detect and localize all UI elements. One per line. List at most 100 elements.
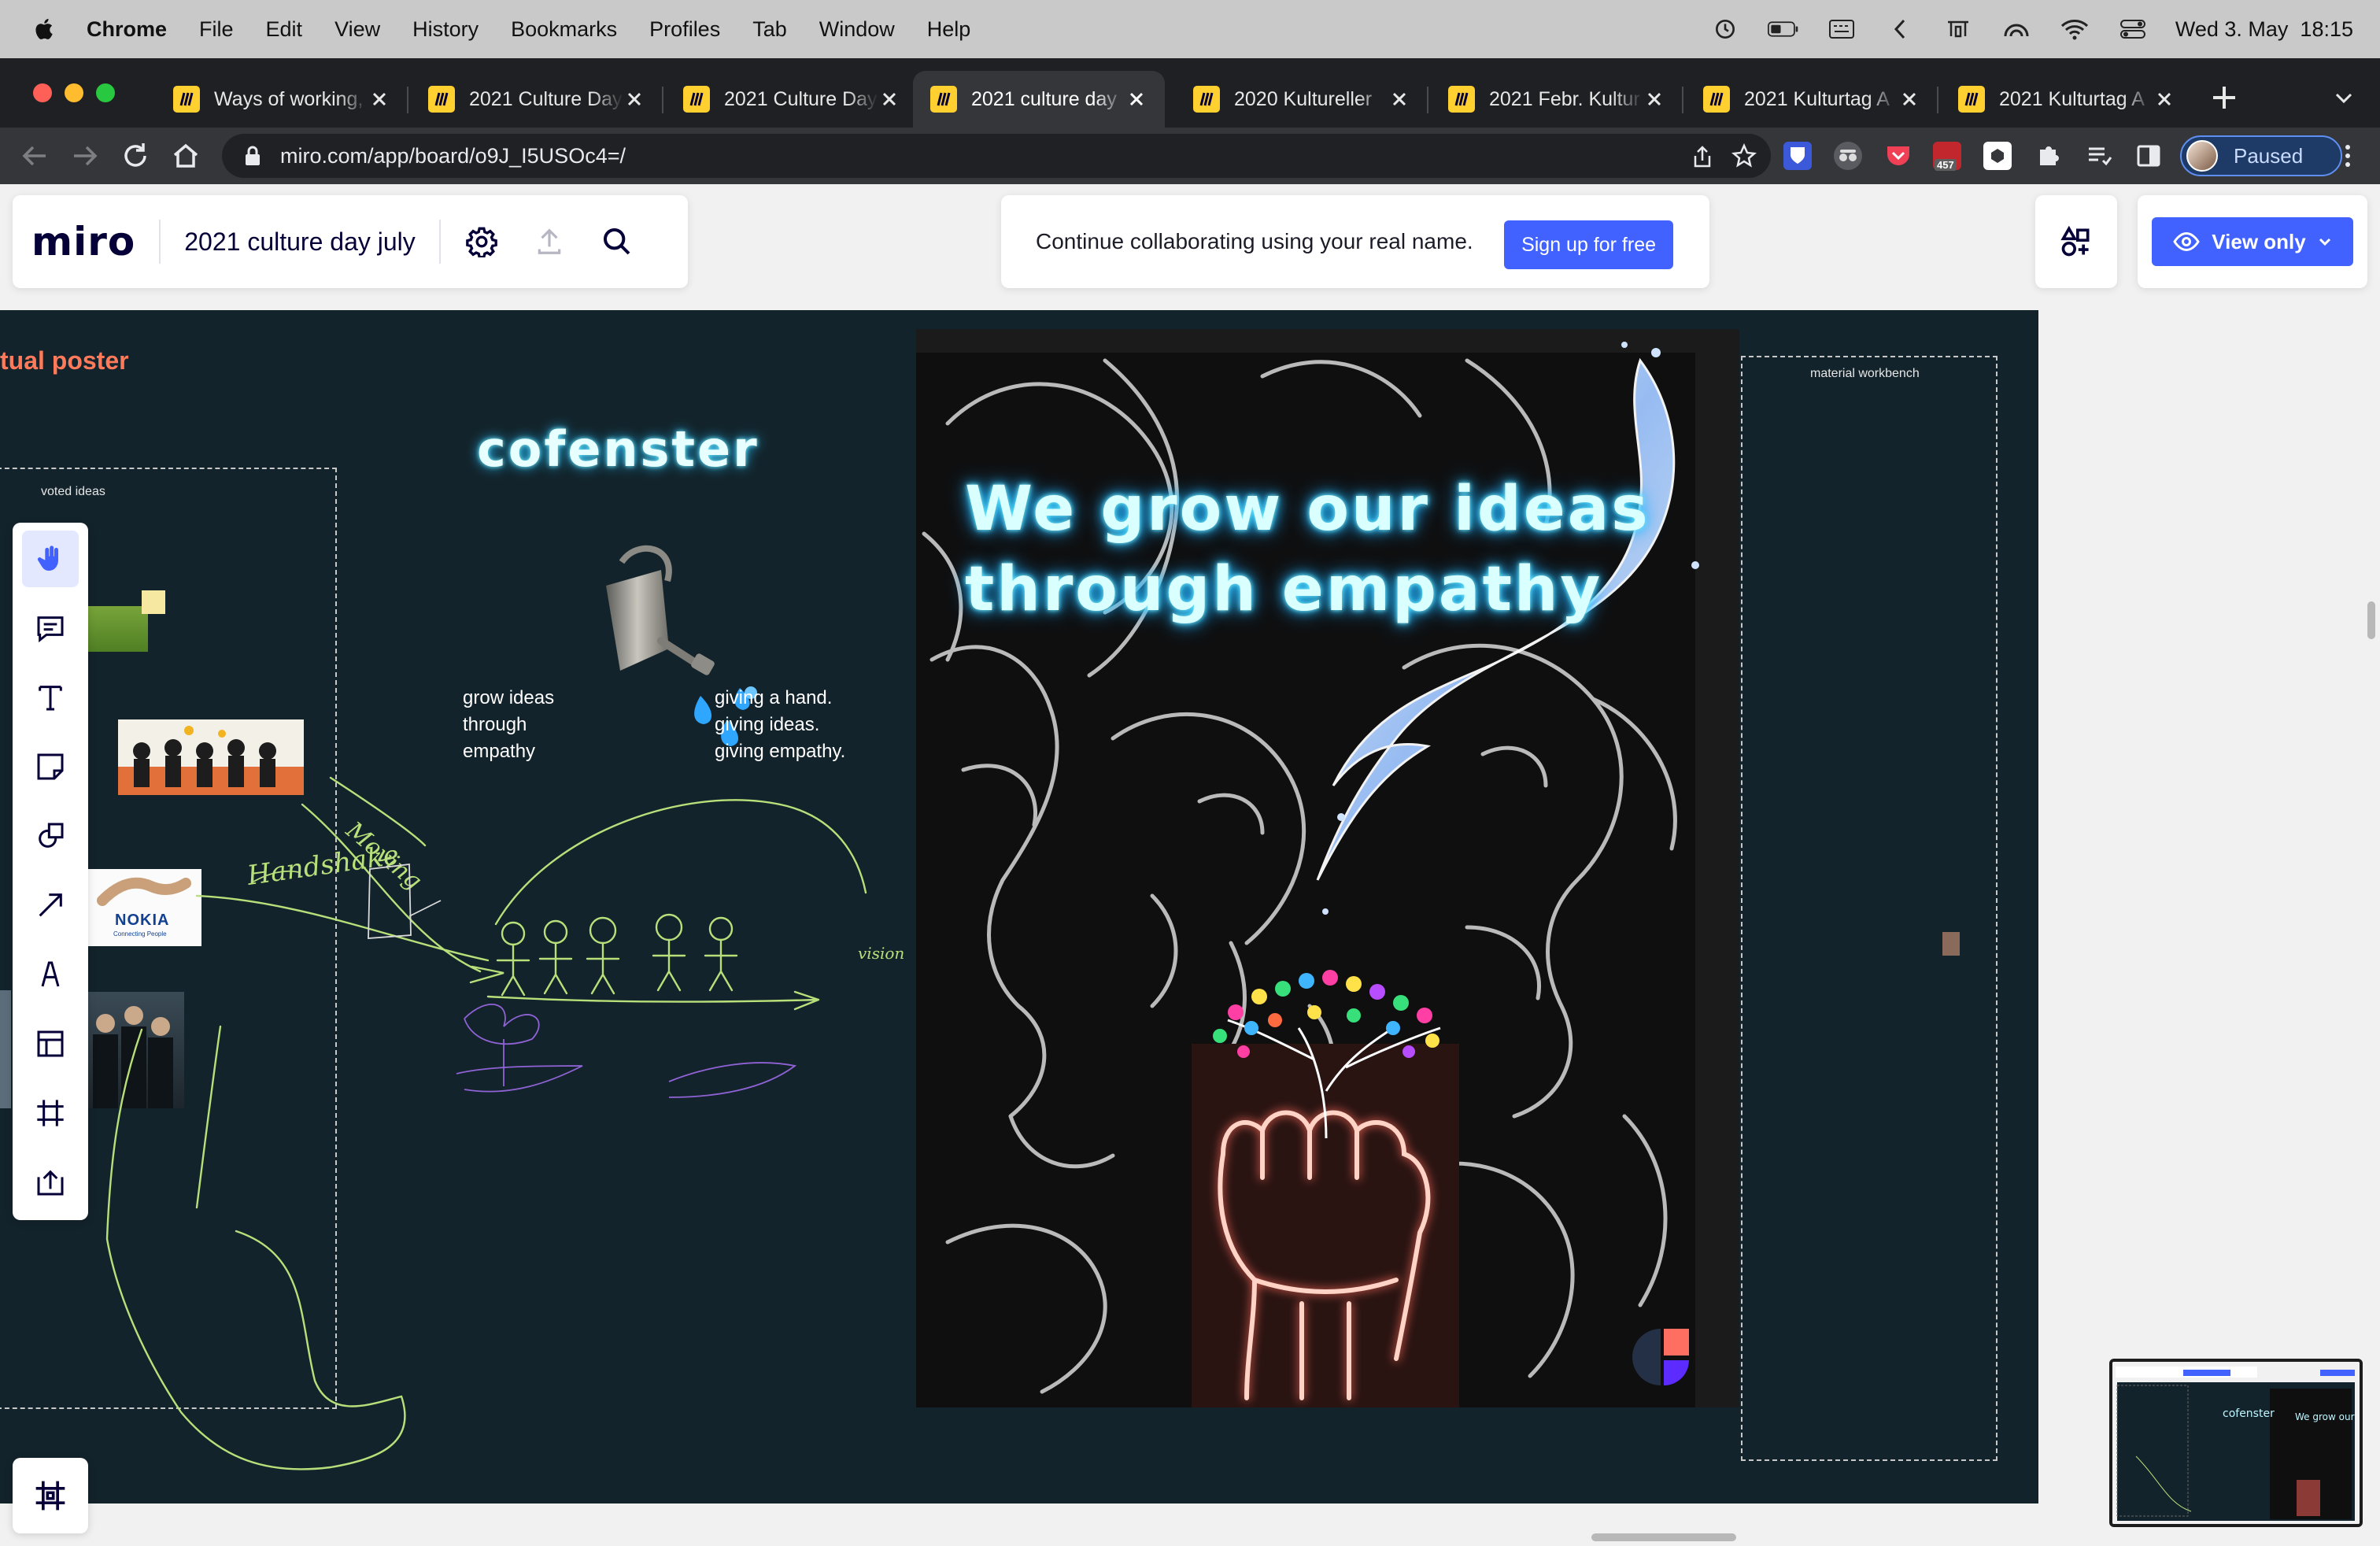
text-tool-button[interactable]	[22, 669, 79, 726]
cofenster-logo[interactable]: cofenster	[477, 420, 759, 478]
tab-close-icon[interactable]	[1125, 88, 1148, 110]
tab-close-icon[interactable]	[623, 88, 645, 110]
upload-icon[interactable]	[532, 224, 567, 259]
menu-file[interactable]: File	[199, 17, 234, 42]
profile-button[interactable]: Paused	[2180, 135, 2342, 176]
horizontal-scrollbar[interactable]	[1591, 1533, 1736, 1541]
extensions-puzzle-icon[interactable]	[2034, 142, 2062, 170]
settings-gear-icon[interactable]	[464, 224, 499, 259]
address-bar[interactable]: miro.com/app/board/o9J_I5USOc4=/	[222, 134, 1771, 178]
tab-close-icon[interactable]	[1643, 88, 1665, 110]
more-menu-icon[interactable]	[2336, 142, 2360, 170]
url-text[interactable]: miro.com/app/board/o9J_I5USOc4=/	[280, 144, 626, 168]
browser-tab[interactable]: 2021 Kulturtag A	[1941, 71, 2193, 128]
sticky-note[interactable]	[142, 590, 165, 614]
side-panel-icon[interactable]	[2134, 142, 2163, 170]
menu-bookmarks[interactable]: Bookmarks	[511, 17, 617, 42]
vertical-scrollbar[interactable]	[2367, 601, 2375, 639]
menubar-clock[interactable]: Wed 3. May 18:15	[2175, 17, 2353, 42]
shapes-icon	[39, 823, 64, 848]
apple-icon[interactable]	[31, 16, 58, 43]
sign-up-button[interactable]: Sign up for free	[1504, 220, 1673, 269]
templates-tool-button[interactable]	[22, 1015, 79, 1072]
board-frame[interactable]: tual poster voted ideas material workben…	[0, 310, 2038, 1503]
control-center-app-icon[interactable]	[1942, 16, 1974, 43]
browser-tab[interactable]: 2021 Kulturtag A	[1686, 71, 1938, 128]
chevron-left-icon[interactable]	[1884, 16, 1916, 43]
browser-tab-active[interactable]: 2021 culture day	[913, 71, 1165, 128]
apps-button[interactable]	[2035, 195, 2117, 288]
browser-tab-strip: Ways of working, 2021 Culture Day 2021 C…	[0, 58, 2380, 128]
forward-arrow-icon[interactable]	[69, 140, 101, 172]
time-machine-icon[interactable]	[1709, 16, 1741, 43]
menu-edit[interactable]: Edit	[266, 17, 303, 42]
battery-icon[interactable]	[1767, 16, 1799, 43]
menu-help[interactable]: Help	[927, 17, 971, 42]
bitwarden-extension-icon[interactable]	[1783, 142, 1812, 170]
material-workbench-frame[interactable]	[1741, 356, 1998, 1461]
back-arrow-icon[interactable]	[19, 140, 50, 172]
control-center-icon[interactable]	[2117, 16, 2149, 43]
airdrop-icon[interactable]	[2001, 16, 2032, 43]
reading-list-icon[interactable]	[2084, 142, 2112, 170]
workbench-image-thumbnail[interactable]	[1942, 932, 1960, 956]
ublock-extension-icon[interactable]: 457	[1933, 142, 1961, 171]
search-icon[interactable]	[600, 224, 634, 259]
sticky-note-tool-button[interactable]	[22, 738, 79, 795]
reload-icon[interactable]	[120, 140, 151, 172]
view-only-button[interactable]: View only	[2152, 217, 2353, 266]
new-tab-icon[interactable]	[2208, 82, 2240, 113]
window-close-button[interactable]	[33, 83, 52, 102]
pen-tool-button[interactable]	[22, 946, 79, 1003]
frames-list-button[interactable]	[13, 1458, 88, 1533]
bookmark-star-icon[interactable]	[1731, 143, 1757, 168]
note-grow-ideas[interactable]: grow ideas through empathy	[463, 685, 554, 765]
material-workbench-label: material workbench	[1810, 367, 1920, 380]
window-minimize-button[interactable]	[65, 83, 83, 102]
note-giving-hand[interactable]: giving a hand. giving ideas. giving empa…	[715, 685, 845, 765]
creation-toolbar	[13, 523, 88, 1220]
shapes-tool-button[interactable]	[22, 808, 79, 864]
frame-tool-button[interactable]	[22, 1085, 79, 1141]
miro-canvas[interactable]: tual poster voted ideas material workben…	[0, 184, 2380, 1546]
share-icon[interactable]	[1691, 145, 1714, 168]
incognito-extension-icon[interactable]	[1834, 142, 1862, 170]
frame-title[interactable]: tual poster	[0, 346, 129, 375]
hand-icon	[37, 546, 58, 571]
browser-tab[interactable]: 2021 Febr. Kultur	[1431, 71, 1683, 128]
sketch-drawing[interactable]: Handshake Moving vision	[0, 767, 916, 1503]
keyboard-icon[interactable]	[1826, 16, 1857, 43]
wifi-icon[interactable]	[2059, 16, 2090, 43]
board-title[interactable]: 2021 culture day july	[184, 227, 416, 257]
avatar	[2186, 140, 2218, 172]
connector-tool-button[interactable]	[22, 877, 79, 934]
tab-search-chevron-icon[interactable]	[2331, 85, 2356, 110]
culture-poster[interactable]: We grow our ideas through empathy	[916, 329, 1739, 1407]
menu-history[interactable]: History	[412, 17, 479, 42]
tab-close-icon[interactable]	[1898, 88, 1920, 110]
lock-icon[interactable]	[241, 144, 264, 168]
hand-tool-button[interactable]	[22, 531, 79, 587]
tab-close-icon[interactable]	[878, 88, 900, 110]
browser-tab[interactable]: Ways of working,	[156, 71, 408, 128]
browser-tab[interactable]: 2021 Culture Day	[411, 71, 663, 128]
comment-tool-button[interactable]	[22, 600, 79, 656]
menu-app-chrome[interactable]: Chrome	[87, 17, 167, 42]
window-zoom-button[interactable]	[96, 83, 115, 102]
menu-profiles[interactable]: Profiles	[649, 17, 720, 42]
tab-close-icon[interactable]	[1388, 88, 1410, 110]
screen-capture-extension-icon[interactable]	[1983, 142, 2012, 170]
pocket-extension-icon[interactable]	[1884, 142, 1913, 170]
browser-tab[interactable]: 2020 Kultureller	[1176, 71, 1428, 128]
tab-close-icon[interactable]	[368, 88, 390, 110]
tab-close-icon[interactable]	[2153, 88, 2175, 110]
browser-tab[interactable]: 2021 Culture Day	[666, 71, 918, 128]
menu-window[interactable]: Window	[819, 17, 895, 42]
upload-tool-button[interactable]	[22, 1154, 79, 1211]
miro-logo[interactable]: miro	[31, 219, 135, 264]
menu-view[interactable]: View	[334, 17, 380, 42]
minimap[interactable]: cofenster We grow our	[2109, 1359, 2363, 1527]
home-icon[interactable]	[170, 140, 201, 172]
grass-image[interactable]	[88, 606, 148, 652]
menu-tab[interactable]: Tab	[752, 17, 787, 42]
